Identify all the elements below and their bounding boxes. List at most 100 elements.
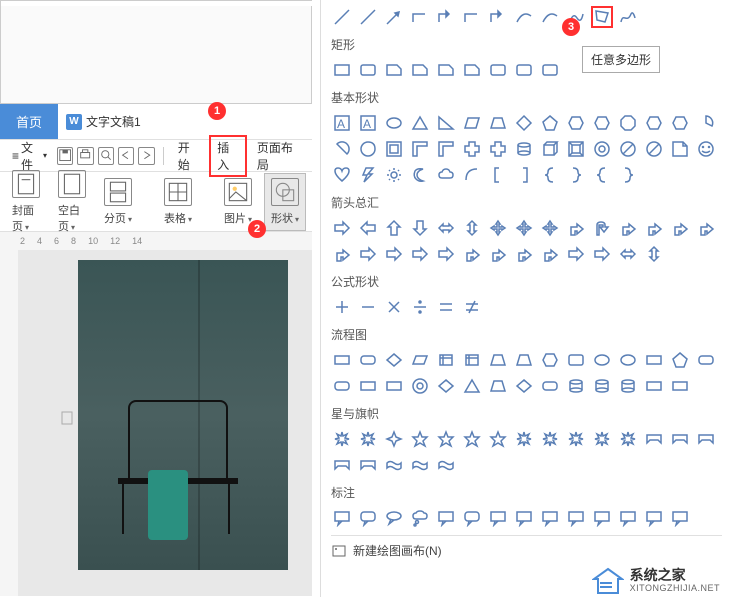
shape-star-5[interactable] xyxy=(461,428,483,450)
shape-basic-15[interactable] xyxy=(331,138,353,160)
shape-star-1[interactable] xyxy=(357,428,379,450)
shape-rect-6[interactable] xyxy=(487,59,509,81)
shape-line-7[interactable] xyxy=(513,6,535,28)
print-icon[interactable] xyxy=(77,147,93,165)
shape-basic-31[interactable] xyxy=(357,164,379,186)
shape-basic-6[interactable] xyxy=(487,112,509,134)
shape-basic-36[interactable] xyxy=(487,164,509,186)
shape-basic-25[interactable] xyxy=(591,138,613,160)
shape-arrow-5[interactable] xyxy=(461,217,483,239)
shape-basic-29[interactable] xyxy=(695,138,717,160)
shape-basic-8[interactable] xyxy=(539,112,561,134)
shape-callout-3[interactable] xyxy=(409,507,431,529)
shape-flow-10[interactable] xyxy=(591,349,613,371)
shape-basic-27[interactable] xyxy=(643,138,665,160)
shape-flow-24[interactable] xyxy=(565,375,587,397)
shape-flow-16[interactable] xyxy=(357,375,379,397)
shape-formula-5[interactable] xyxy=(461,296,483,318)
shape-arrow-1[interactable] xyxy=(357,217,379,239)
shape-formula-3[interactable] xyxy=(409,296,431,318)
shape-callout-10[interactable] xyxy=(591,507,613,529)
shape-star-13[interactable] xyxy=(669,428,691,450)
shape-arrow-7[interactable] xyxy=(513,217,535,239)
shape-formula-4[interactable] xyxy=(435,296,457,318)
shape-basic-40[interactable] xyxy=(591,164,613,186)
shape-basic-3[interactable] xyxy=(409,112,431,134)
shape-star-6[interactable] xyxy=(487,428,509,450)
shape-arrow-11[interactable] xyxy=(617,217,639,239)
shape-flow-21[interactable] xyxy=(487,375,509,397)
shape-basic-23[interactable] xyxy=(539,138,561,160)
page-layout-menu[interactable]: 页面布局 xyxy=(251,135,306,177)
shape-basic-2[interactable] xyxy=(383,112,405,134)
shape-callout-2[interactable] xyxy=(383,507,405,529)
shape-line-6[interactable] xyxy=(487,6,509,28)
shape-flow-25[interactable] xyxy=(591,375,613,397)
shape-flow-15[interactable] xyxy=(331,375,353,397)
shape-flow-12[interactable] xyxy=(643,349,665,371)
shape-basic-33[interactable] xyxy=(409,164,431,186)
shape-basic-24[interactable] xyxy=(565,138,587,160)
shape-basic-11[interactable] xyxy=(617,112,639,134)
shape-star-0[interactable] xyxy=(331,428,353,450)
shape-star-2[interactable] xyxy=(383,428,405,450)
shape-arrow-25[interactable] xyxy=(591,243,613,265)
shape-flow-9[interactable] xyxy=(565,349,587,371)
shape-basic-38[interactable] xyxy=(539,164,561,186)
shape-arrow-18[interactable] xyxy=(409,243,431,265)
shape-basic-12[interactable] xyxy=(643,112,665,134)
shape-star-19[interactable] xyxy=(435,454,457,476)
shape-star-7[interactable] xyxy=(513,428,535,450)
shape-rect-4[interactable] xyxy=(435,59,457,81)
new-canvas-button[interactable]: 新建绘图画布(N) xyxy=(331,535,722,565)
shape-arrow-21[interactable] xyxy=(487,243,509,265)
shape-basic-22[interactable] xyxy=(513,138,535,160)
shape-star-15[interactable] xyxy=(331,454,353,476)
shape-flow-0[interactable] xyxy=(331,349,353,371)
shape-formula-1[interactable] xyxy=(357,296,379,318)
shape-arrow-12[interactable] xyxy=(643,217,665,239)
shape-star-9[interactable] xyxy=(565,428,587,450)
shape-rect-3[interactable] xyxy=(409,59,431,81)
shape-rect-2[interactable] xyxy=(383,59,405,81)
shape-line-10[interactable] xyxy=(591,6,613,28)
shape-callout-5[interactable] xyxy=(461,507,483,529)
shape-basic-26[interactable] xyxy=(617,138,639,160)
shape-rect-0[interactable] xyxy=(331,59,353,81)
shape-flow-20[interactable] xyxy=(461,375,483,397)
shape-arrow-20[interactable] xyxy=(461,243,483,265)
shape-arrow-2[interactable] xyxy=(383,217,405,239)
shape-flow-13[interactable] xyxy=(669,349,691,371)
shape-line-4[interactable] xyxy=(435,6,457,28)
shape-star-4[interactable] xyxy=(435,428,457,450)
inserted-image[interactable] xyxy=(78,260,288,570)
shape-basic-30[interactable] xyxy=(331,164,353,186)
shape-star-10[interactable] xyxy=(591,428,613,450)
shape-star-18[interactable] xyxy=(409,454,431,476)
shape-flow-2[interactable] xyxy=(383,349,405,371)
shape-star-8[interactable] xyxy=(539,428,561,450)
shape-basic-19[interactable] xyxy=(435,138,457,160)
shape-basic-39[interactable] xyxy=(565,164,587,186)
shape-basic-7[interactable] xyxy=(513,112,535,134)
shape-star-14[interactable] xyxy=(695,428,717,450)
shape-rect-1[interactable] xyxy=(357,59,379,81)
shape-flow-18[interactable] xyxy=(409,375,431,397)
redo-icon[interactable] xyxy=(138,147,154,165)
shape-arrow-22[interactable] xyxy=(513,243,535,265)
shape-basic-37[interactable] xyxy=(513,164,535,186)
shape-callout-0[interactable] xyxy=(331,507,353,529)
shape-basic-16[interactable] xyxy=(357,138,379,160)
shape-basic-18[interactable] xyxy=(409,138,431,160)
shape-flow-23[interactable] xyxy=(539,375,561,397)
shape-basic-5[interactable] xyxy=(461,112,483,134)
shape-callout-13[interactable] xyxy=(669,507,691,529)
shape-callout-8[interactable] xyxy=(539,507,561,529)
shape-line-1[interactable] xyxy=(357,6,379,28)
blank-page-button[interactable]: 空白页 xyxy=(52,166,92,238)
shape-flow-11[interactable] xyxy=(617,349,639,371)
shape-flow-19[interactable] xyxy=(435,375,457,397)
shape-arrow-26[interactable] xyxy=(617,243,639,265)
shape-formula-2[interactable] xyxy=(383,296,405,318)
shape-flow-22[interactable] xyxy=(513,375,535,397)
